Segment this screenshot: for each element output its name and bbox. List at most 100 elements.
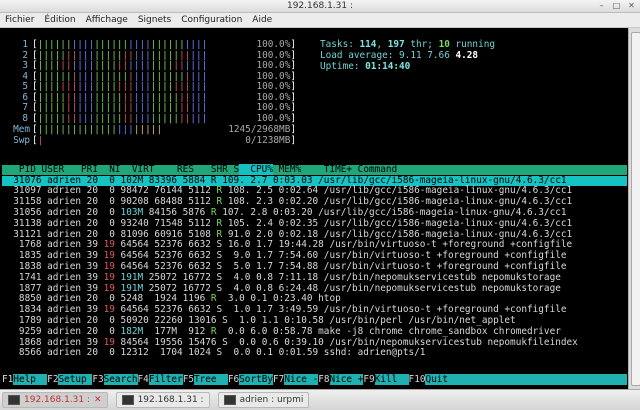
column-header-pid[interactable]: PID [2,164,36,175]
uptime: Uptime: 01:14:40 [320,61,411,72]
fkey-label-f5[interactable]: Tree [193,374,228,385]
fkey-f2[interactable]: F2 [47,374,59,385]
cell-ni: 0 [97,217,115,229]
fkey-label-f2[interactable]: Setup [58,374,93,385]
column-header-ni[interactable]: NI [98,164,120,175]
fkey-label-f8[interactable]: Nice + [329,374,364,385]
minimize-icon[interactable]: – [597,1,606,10]
cpu-meter-bar: [|||||||||||||||||||||||||||||| 100.0%] [32,82,296,92]
maximize-icon[interactable]: □ [612,1,621,10]
fkey-f1[interactable]: F1 [2,374,14,385]
cpu-number: 3 [22,60,28,71]
column-header-pri[interactable]: PRI [75,164,98,175]
terminal-tab[interactable]: 192.168.1.31 : [115,392,210,408]
cpu-meter-fill: |||||||||||||||||||||||||||||| [37,71,208,82]
cell-shr: 16772 [177,271,211,283]
column-header-time[interactable]: TIME+ [301,164,352,175]
cell-pri: 20 [81,325,98,337]
tab-bar: 192.168.1.31 : ✕ 192.168.1.31 : adrien : ur… [0,389,640,410]
fkey-label-f3[interactable]: Search [103,374,138,385]
fkey-label-f6[interactable]: SortBy [239,374,274,385]
cell-res: 177M [143,325,178,337]
column-header-virt[interactable]: VIRT [121,164,155,175]
cpu-meter-fill: |||||||||||||||||||||||||||||| [37,40,208,50]
column-header-s[interactable]: S [228,164,239,175]
column-header-mem[interactable]: MEM% [273,164,302,175]
fkey-f5[interactable]: F5 [182,374,194,385]
konsole-window: 192.168.1.31 : – □ ✕ Fichier Édition Aff… [0,0,640,410]
mem-meter-fill: |||||||||||||||||||||| [37,125,163,135]
fkey-f7[interactable]: F7 [273,374,285,385]
menu-aide[interactable]: Aide [247,13,277,27]
terminal-icon [121,395,134,405]
column-header-res[interactable]: RES [154,164,194,175]
cell-cpu: 0.0 [222,347,251,359]
menu-configuration[interactable]: Configuration [176,13,247,27]
process-row[interactable]: 9259 adrien 20 0 182M 177M 912 R 0.0 6.0… [2,325,627,338]
cell-mem: 0.8 [250,271,273,283]
swp-label: Swp [13,134,30,146]
cell-mem: 2.4 [250,217,273,229]
meter-bracket: ] [290,124,296,135]
cpu-meter-bar: [|||||||||||||||||||||||||||||| 100.0%] [32,71,296,82]
title-bar[interactable]: 192.168.1.31 : – □ ✕ [0,0,640,13]
process-row[interactable]: 31138 adrien 20 0 93240 71548 5112 R 105… [2,217,627,230]
cell-user: adrien [41,347,82,359]
cpu-meter-bar: [|||||||||||||||||||||||||||||| 100.0%] [32,113,296,124]
cell-cpu: 4.0 [222,271,251,283]
fkey-f6[interactable]: F6 [227,374,240,385]
process-table-header[interactable]: PID USER PRI NI VIRT RES SHR S CPU% MEM%… [2,164,627,175]
fkey-label-f7[interactable]: Nice - [284,374,319,385]
column-header-cpu[interactable]: CPU% [239,164,273,175]
cell-command: sshd: adrien@pts/1 [318,347,426,359]
cpu-meter-fill: |||||||||||||||||||||||||||||| [37,113,208,124]
meter-bracket: ] [290,134,296,146]
mem-label: Mem [13,124,30,135]
fkey-label-f1[interactable]: Help [13,374,48,385]
scrollbar[interactable] [628,28,640,389]
menu-affichage[interactable]: Affichage [81,13,133,27]
tab-label: adrien : urpmi [239,395,304,405]
terminal-area[interactable]: 1[|||||||||||||||||||||||||||||| 100.0%] 2… [0,28,628,389]
process-row[interactable]: 8566 adrien 20 0 12312 1704 1024 S 0.0 0… [2,347,627,359]
close-icon[interactable]: ✕ [627,1,636,10]
cpu-meter-fill: |||||||||||||||||||||||||||||| [37,50,208,61]
cell-time: 0:02.35 [273,217,319,229]
cell-virt: 93240 [114,217,149,229]
menu-signets[interactable]: Signets [133,13,176,27]
cpu-meter-bar: [|||||||||||||||||||||||||||||| 100.0%] [32,40,296,50]
fkey-f8[interactable]: F8 [318,374,330,385]
cell-pri: 39 [81,271,98,283]
fkey-f10[interactable]: F10 [408,374,426,385]
fkey-f4[interactable]: F4 [137,374,149,385]
menu-edition[interactable]: Édition [39,13,80,27]
column-header-user[interactable]: USER [36,164,76,175]
terminal-tab[interactable]: 192.168.1.31 : ✕ [2,392,108,408]
fkey-f9[interactable]: F9 [363,374,375,385]
menu-fichier[interactable]: Fichier [0,13,39,27]
cpu-meter-fill: |||||||||||||||||||||||||||||| [37,82,208,92]
cpu-percent: 100.0% [256,39,291,50]
scrollbar-thumb[interactable] [631,32,640,386]
meter-bracket: ] [290,39,296,50]
mem-meter-bar: [|||||||||||||||||||||| 1245/2968MB] [32,125,296,135]
cell-shr: 912 [177,325,206,337]
fkey-label-f10[interactable]: Quit [425,374,627,385]
meter-bracket: ] [290,91,296,103]
cell-pid: 1741 [2,271,42,283]
fkey-label-f9[interactable]: Kill [374,374,409,385]
cpu-percent: 100.0% [256,81,291,92]
cpu-number: 5 [22,81,28,92]
column-header-shr[interactable]: SHR [194,164,228,175]
fkey-f3[interactable]: F3 [92,374,104,385]
cell-s: S [210,271,223,283]
cpu-number: 6 [22,91,28,103]
terminal-tab[interactable]: adrien : urpmi [217,392,310,408]
cpu-number: 4 [22,70,28,82]
close-tab-icon[interactable]: ✕ [94,395,102,405]
swp-meter-bar: [| 0/1238MB] [32,134,296,146]
fkey-label-f4[interactable]: Filter [148,374,183,385]
column-header-command[interactable]: Command [352,164,398,175]
process-row[interactable]: 1741 adrien 39 19 191M 25072 16772 S 4.0… [2,271,627,284]
cpu-meter-fill: |||||||||||||||||||||||||||||| [37,61,208,71]
